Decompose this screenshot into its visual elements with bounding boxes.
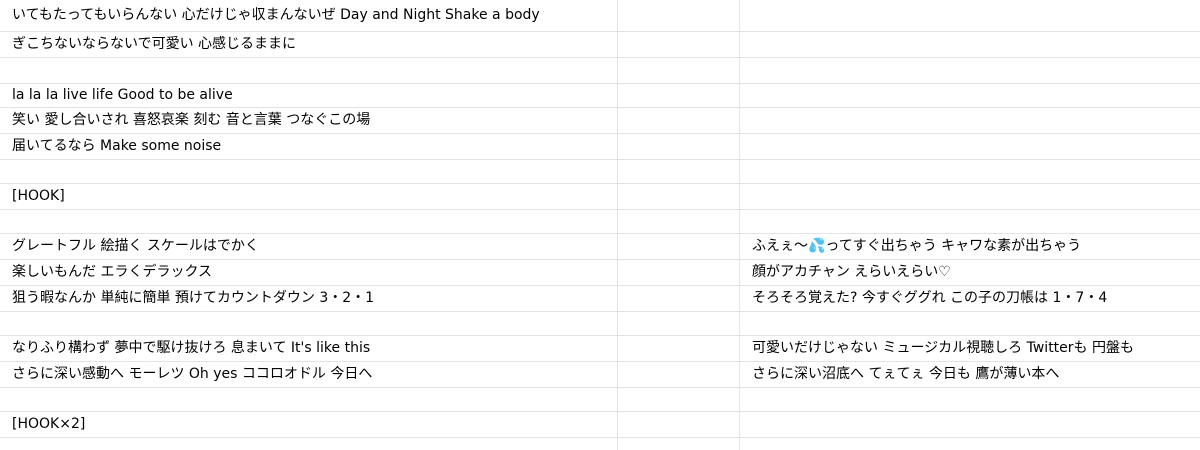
cell-column-c[interactable] xyxy=(740,134,1200,159)
sheet-row: [HOOK×2] xyxy=(0,412,1200,438)
cell-column-a[interactable]: [HOOK×2] xyxy=(0,412,618,437)
cell-column-b[interactable] xyxy=(618,184,740,209)
spreadsheet-grid: いてもたってもいらんない 心だけじゃ収まんないぜ Day and Night S… xyxy=(0,0,1200,450)
cell-column-a[interactable]: 狙う暇なんか 単純に簡単 預けてカウントダウン 3・2・1 xyxy=(0,286,618,311)
cell-column-c[interactable]: 可愛いだけじゃない ミュージカル視聴しろ Twitterも 円盤も xyxy=(740,336,1200,361)
cell-column-b[interactable] xyxy=(618,388,740,411)
cell-column-a[interactable] xyxy=(0,210,618,233)
cell-column-b[interactable] xyxy=(618,412,740,437)
cell-column-a[interactable]: 楽しいもんだ エラくデラックス xyxy=(0,260,618,285)
cell-column-b[interactable] xyxy=(618,260,740,285)
cell-column-c[interactable] xyxy=(740,58,1200,83)
sheet-row: さらに深い感動へ モーレツ Oh yes ココロオドル 今日へ さらに深い沼底へ … xyxy=(0,362,1200,388)
sheet-row xyxy=(0,160,1200,184)
cell-column-a[interactable]: いてもたってもいらんない 心だけじゃ収まんないぜ Day and Night S… xyxy=(0,0,618,31)
cell-column-b[interactable] xyxy=(618,0,740,31)
cell-column-a[interactable]: [HOOK] xyxy=(0,184,618,209)
sheet-row: グレートフル 絵描く スケールはでかく ふえぇ〜💦ってすぐ出ちゃう キャワな素が出… xyxy=(0,234,1200,260)
cell-column-c[interactable] xyxy=(740,108,1200,133)
cell-column-c[interactable] xyxy=(740,32,1200,57)
sheet-row: 笑い 愛し合いされ 喜怒哀楽 刻む 音と言葉 つなぐこの場 xyxy=(0,108,1200,134)
cell-column-c[interactable] xyxy=(740,160,1200,183)
cell-column-a[interactable]: 笑い 愛し合いされ 喜怒哀楽 刻む 音と言葉 つなぐこの場 xyxy=(0,108,618,133)
sheet-row xyxy=(0,210,1200,234)
cell-column-b[interactable] xyxy=(618,84,740,107)
sheet-row xyxy=(0,58,1200,84)
cell-column-c[interactable]: そろそろ覚えた? 今すぐググれ この子の刀帳は 1・7・4 xyxy=(740,286,1200,311)
cell-column-c[interactable] xyxy=(740,0,1200,31)
cell-column-c[interactable]: 顔がアカチャン えらいえらい♡ xyxy=(740,260,1200,285)
sheet-row: [HOOK] xyxy=(0,184,1200,210)
cell-column-a[interactable]: la la la live life Good to be alive xyxy=(0,84,618,107)
cell-column-a[interactable]: さらに深い感動へ モーレツ Oh yes ココロオドル 今日へ xyxy=(0,362,618,387)
cell-column-b[interactable] xyxy=(618,234,740,259)
cell-column-a[interactable]: なりふり構わず 夢中で駆け抜けろ 息まいて It's like this xyxy=(0,336,618,361)
cell-column-b[interactable] xyxy=(618,134,740,159)
cell-column-c[interactable] xyxy=(740,184,1200,209)
cell-column-c[interactable] xyxy=(740,84,1200,107)
cell-column-a[interactable]: ぎこちないならないで可愛い 心感じるままに xyxy=(0,32,618,57)
cell-column-a[interactable]: 届いてるなら Make some noise xyxy=(0,134,618,159)
cell-column-b[interactable] xyxy=(618,58,740,83)
sheet-row: 届いてるなら Make some noise xyxy=(0,134,1200,160)
cell-column-c[interactable]: さらに深い沼底へ てぇてぇ 今日も 鷹が薄い本へ xyxy=(740,362,1200,387)
cell-column-c[interactable]: ふえぇ〜💦ってすぐ出ちゃう キャワな素が出ちゃう xyxy=(740,234,1200,259)
cell-column-b[interactable] xyxy=(618,336,740,361)
cell-column-c[interactable] xyxy=(740,388,1200,411)
cell-column-b[interactable] xyxy=(618,312,740,335)
cell-column-a[interactable]: グレートフル 絵描く スケールはでかく xyxy=(0,234,618,259)
cell-column-b[interactable] xyxy=(618,108,740,133)
sheet-row: なりふり構わず 夢中で駆け抜けろ 息まいて It's like this 可愛いだ… xyxy=(0,336,1200,362)
sheet-row: la la la live life Good to be alive xyxy=(0,84,1200,108)
cell-column-a[interactable] xyxy=(0,312,618,335)
cell-column-c[interactable] xyxy=(740,312,1200,335)
sheet-row: 楽しいもんだ エラくデラックス 顔がアカチャン えらいえらい♡ xyxy=(0,260,1200,286)
cell-column-b[interactable] xyxy=(618,210,740,233)
cell-column-b[interactable] xyxy=(618,438,740,450)
sheet-row xyxy=(0,388,1200,412)
cell-column-a[interactable] xyxy=(0,388,618,411)
cell-column-c[interactable] xyxy=(740,438,1200,450)
cell-column-b[interactable] xyxy=(618,286,740,311)
cell-column-c[interactable] xyxy=(740,210,1200,233)
sheet-row: いてもたってもいらんない 心だけじゃ収まんないぜ Day and Night S… xyxy=(0,0,1200,32)
cell-column-a[interactable] xyxy=(0,438,618,450)
cell-column-a[interactable] xyxy=(0,160,618,183)
cell-column-c[interactable] xyxy=(740,412,1200,437)
cell-column-b[interactable] xyxy=(618,160,740,183)
sheet-row xyxy=(0,312,1200,336)
sheet-row: ぎこちないならないで可愛い 心感じるままに xyxy=(0,32,1200,58)
sheet-row: 狙う暇なんか 単純に簡単 預けてカウントダウン 3・2・1 そろそろ覚えた? 今す… xyxy=(0,286,1200,312)
cell-column-b[interactable] xyxy=(618,32,740,57)
sheet-row xyxy=(0,438,1200,450)
cell-column-b[interactable] xyxy=(618,362,740,387)
cell-column-a[interactable] xyxy=(0,58,618,83)
